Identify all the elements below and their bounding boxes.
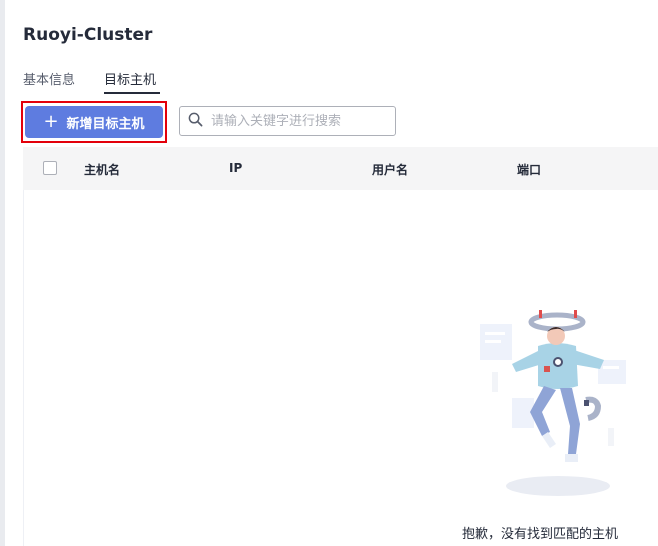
search-icon bbox=[188, 112, 203, 131]
active-tab-indicator bbox=[104, 92, 160, 94]
page-title: Ruoyi-Cluster bbox=[23, 25, 153, 45]
column-header-username[interactable]: 用户名 bbox=[372, 161, 408, 178]
column-header-port[interactable]: 端口 bbox=[517, 161, 541, 178]
empty-state-text: 抱歉，没有找到匹配的主机 bbox=[462, 527, 619, 542]
tab-target-hosts[interactable]: 目标主机 bbox=[104, 69, 156, 88]
column-header-hostname[interactable]: 主机名 bbox=[84, 161, 120, 178]
plus-icon: + bbox=[43, 111, 59, 132]
add-target-host-button[interactable]: + 新增目标主机 bbox=[25, 106, 163, 138]
table-header: 主机名 IP 用户名 端口 bbox=[23, 147, 658, 190]
left-edge-strip bbox=[0, 0, 5, 546]
tab-basic-info[interactable]: 基本信息 bbox=[23, 69, 75, 88]
column-header-ip[interactable]: IP bbox=[229, 161, 242, 175]
search-input[interactable] bbox=[209, 112, 393, 130]
search-box[interactable] bbox=[179, 106, 396, 136]
empty-state-illustration bbox=[480, 310, 626, 496]
select-all-checkbox[interactable] bbox=[43, 161, 57, 175]
add-target-host-label: 新增目标主机 bbox=[66, 116, 145, 132]
